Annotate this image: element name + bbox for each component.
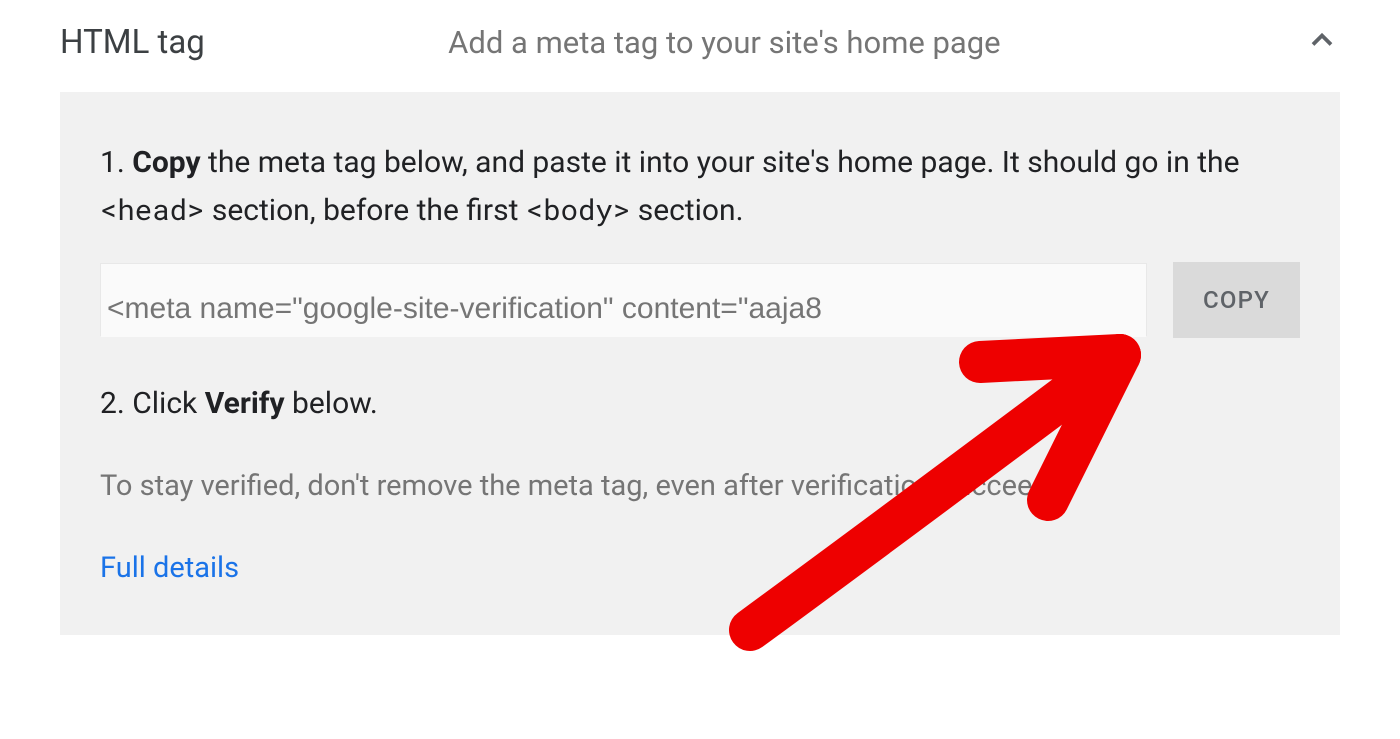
step1-num: 1. — [100, 145, 132, 180]
chevron-up-icon[interactable] — [1304, 22, 1340, 62]
step1-text2: section, before the first — [204, 193, 525, 228]
step1-text1: the meta tag below, and paste it into yo… — [201, 145, 1240, 180]
full-details-link[interactable]: Full details — [100, 551, 239, 585]
step1-instruction: 1. Copy the meta tag below, and paste it… — [100, 140, 1300, 234]
copy-button[interactable]: COPY — [1173, 262, 1300, 338]
step1-code1: <head> — [100, 190, 204, 228]
step1-bold: Copy — [132, 145, 200, 180]
section-subtitle: Add a meta tag to your site's home page — [145, 24, 1304, 61]
annotation-arrow-icon — [650, 300, 1170, 660]
step2-num: 2. Click — [100, 386, 205, 421]
step2-text: below. — [285, 386, 378, 421]
accordion-header[interactable]: HTML tag Add a meta tag to your site's h… — [0, 0, 1400, 92]
step1-code2: <body> — [526, 190, 630, 228]
step1-text3: section. — [630, 193, 743, 228]
step2-bold: Verify — [205, 386, 285, 421]
